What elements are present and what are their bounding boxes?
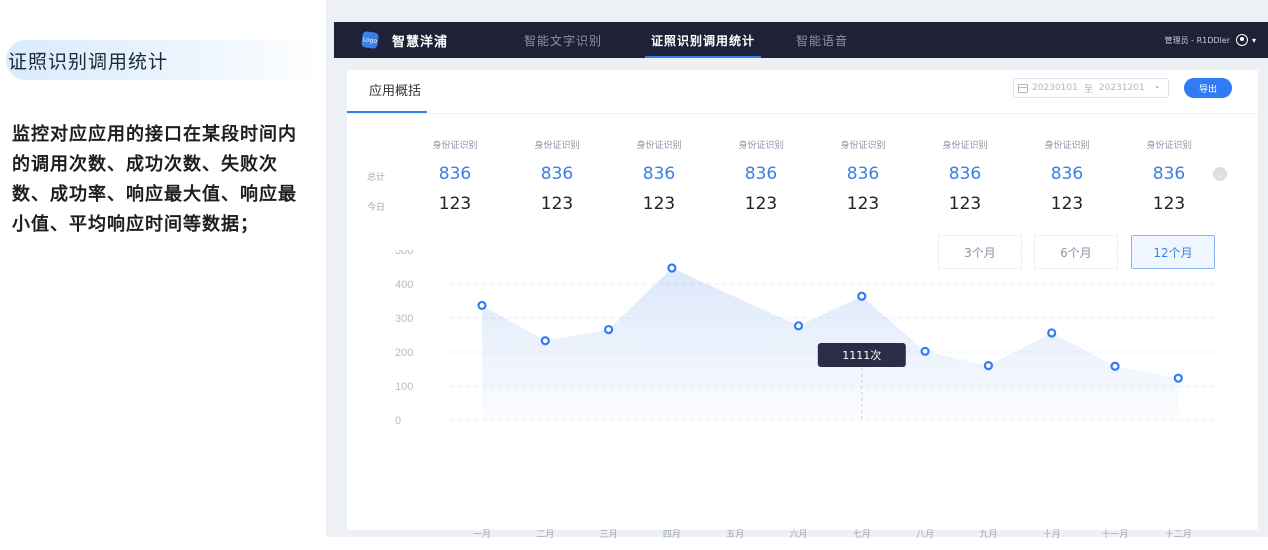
calls-area-chart: 0 100 200 300 400 500 一月 二月 三月 四月 五月 六月 七月 八月 九月 十月 十一月… <box>395 250 1217 540</box>
stat-name: 身份证识别 <box>432 141 478 151</box>
x-tick-label: 四月 <box>663 529 681 540</box>
brand-name[interactable]: 智慧洋浦 <box>392 31 448 50</box>
nav-item-license-stats[interactable]: 证照识别调用统计 <box>644 22 762 58</box>
app-window: Logo 智慧洋浦 智能文字识别 证照识别调用统计 智能语音 管理员 - R1D… <box>326 0 1268 540</box>
data-point[interactable] <box>793 321 804 331</box>
x-tick-label: 七月 <box>853 529 871 540</box>
y-tick-label: 200 <box>395 347 413 359</box>
date-end: 20231201 <box>1098 83 1145 93</box>
logo-text: Logo <box>362 35 378 45</box>
stat-today: 123 <box>1152 194 1186 214</box>
calendar-icon <box>1018 83 1028 93</box>
x-tick-label: 五月 <box>726 529 744 540</box>
stat-name: 身份证识别 <box>1044 141 1090 151</box>
data-point[interactable] <box>540 336 550 346</box>
left-panel-title: 证照识别调用统计 <box>8 50 169 73</box>
stat-today: 123 <box>744 194 778 214</box>
y-tick-label: 400 <box>395 279 413 291</box>
stat-total: 836 <box>948 164 982 184</box>
stat-name: 身份证识别 <box>534 141 580 151</box>
stat-today: 123 <box>1050 194 1084 214</box>
row-label-total: 总计 <box>367 173 386 183</box>
stat-total: 836 <box>642 164 676 184</box>
user-name: 管理员 - R1DDler <box>1164 35 1230 45</box>
data-point[interactable] <box>983 360 994 371</box>
y-tick-label: 500 <box>395 250 413 257</box>
stat-today: 123 <box>642 194 676 214</box>
chart-tooltip: 1111次 <box>817 343 906 367</box>
export-button[interactable]: 导出 <box>1184 78 1232 98</box>
stat-today: 123 <box>540 194 574 214</box>
data-point[interactable] <box>1173 373 1183 383</box>
expand-toggle-icon[interactable]: ⌄ <box>1213 167 1227 181</box>
chevron-down-icon: ⌄ <box>1154 81 1161 90</box>
left-panel-description: 监控对应应用的接口在某段时间内的调用次数、成功次数、失败次数、成功率、响应最大值… <box>12 124 297 235</box>
data-point[interactable] <box>604 324 614 335</box>
y-tick-label: 300 <box>395 313 413 325</box>
nav-item-text-recognition[interactable]: 智能文字识别 <box>524 22 602 58</box>
stat-name: 身份证识别 <box>942 141 988 151</box>
data-point[interactable] <box>477 300 487 311</box>
x-tick-label: 一月 <box>473 529 491 540</box>
x-tick-label: 八月 <box>916 529 934 540</box>
tab-overview[interactable]: 应用概括 <box>369 80 421 99</box>
overview-card: 应用概括 20230101 至 20231201 ⌄ 导出 总计 今日 身份证识… <box>347 70 1258 540</box>
date-start: 20230101 <box>1032 83 1078 93</box>
user-avatar-icon <box>1235 34 1248 46</box>
x-tick-label: 十月 <box>1043 528 1061 540</box>
x-tick-label: 二月 <box>536 529 554 540</box>
chevron-down-icon: ▾ <box>1251 35 1256 45</box>
date-range-picker[interactable]: 20230101 至 20231201 ⌄ <box>1013 78 1169 98</box>
nav-item-voice[interactable]: 智能语音 <box>796 22 848 58</box>
stat-total: 836 <box>846 164 880 184</box>
x-tick-label: 六月 <box>789 528 807 540</box>
left-panel-title-bar: 证照识别调用统计 <box>6 40 322 80</box>
data-point[interactable] <box>920 346 930 356</box>
data-point[interactable] <box>857 291 867 301</box>
stat-total: 836 <box>1152 164 1186 184</box>
stat-today: 123 <box>846 194 880 214</box>
x-axis: 一月 二月 三月 四月 五月 六月 七月 八月 九月 十月 十一月 十二月 <box>473 528 1192 540</box>
stat-total: 836 <box>744 164 778 184</box>
data-point[interactable] <box>667 263 677 273</box>
left-panel: 证照识别调用统计 监控对应应用的接口在某段时间内的调用次数、成功次数、失败次数、… <box>0 0 326 537</box>
stat-total: 836 <box>1050 164 1084 184</box>
data-point[interactable] <box>1047 328 1057 338</box>
x-tick-label: 十二月 <box>1165 528 1192 540</box>
y-axis: 0 100 200 300 400 500 <box>395 250 413 427</box>
stat-total: 836 <box>438 164 472 184</box>
x-tick-label: 九月 <box>979 529 997 540</box>
user-menu[interactable]: 管理员 - R1DDler ▾ <box>1165 22 1256 58</box>
card-divider <box>347 113 1258 114</box>
stat-name: 身份证识别 <box>738 141 784 151</box>
y-tick-label: 0 <box>395 415 401 427</box>
top-navbar: Logo 智慧洋浦 智能文字识别 证照识别调用统计 智能语音 管理员 - R1D… <box>334 22 1268 58</box>
x-tick-label: 十一月 <box>1101 528 1128 540</box>
stat-today: 123 <box>948 194 982 214</box>
stat-today: 123 <box>438 194 472 214</box>
stat-name: 身份证识别 <box>636 141 682 151</box>
stat-total: 836 <box>540 164 574 184</box>
logo-icon: Logo <box>360 30 380 50</box>
data-point[interactable] <box>1110 361 1120 371</box>
x-tick-label: 三月 <box>600 529 618 540</box>
row-label-today: 今日 <box>367 203 386 213</box>
stat-name: 身份证识别 <box>1146 141 1192 151</box>
y-tick-label: 100 <box>395 381 413 393</box>
stat-name: 身份证识别 <box>840 141 886 151</box>
tooltip-text: 1111次 <box>842 348 881 362</box>
date-separator: 至 <box>1083 84 1093 95</box>
